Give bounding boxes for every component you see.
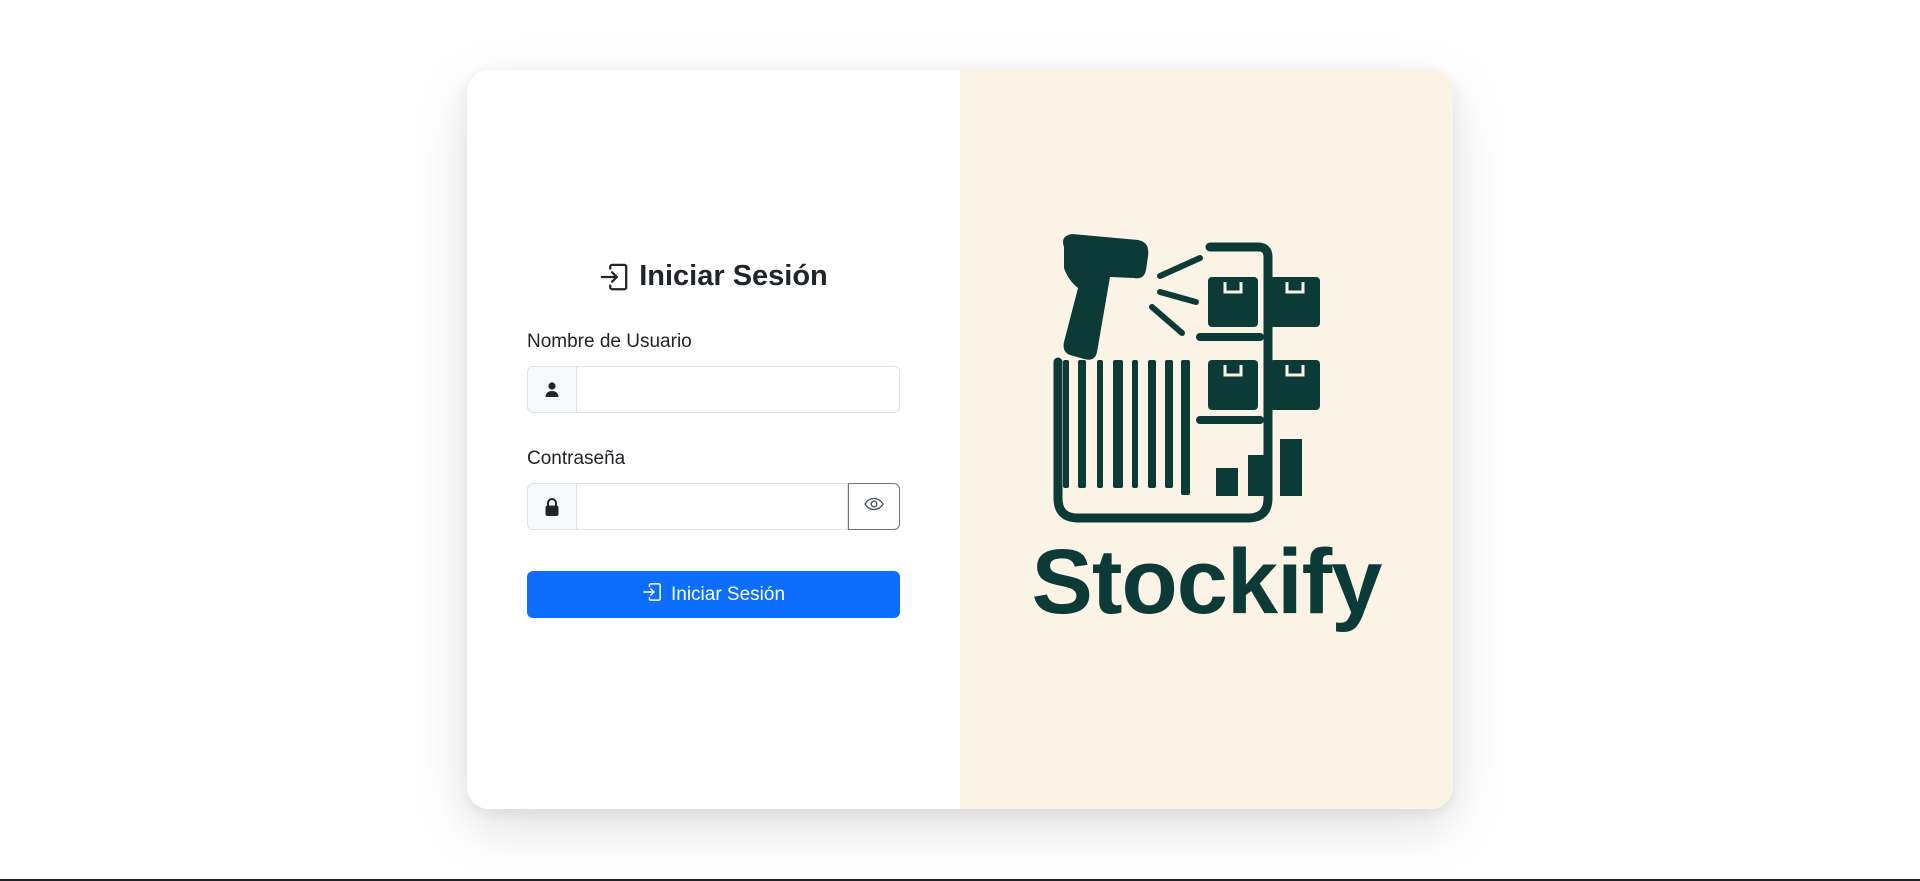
login-page: Iniciar Sesión Nombre de Usuario Contras… [0, 0, 1920, 881]
username-input-group [527, 366, 900, 413]
password-input-group [527, 483, 900, 530]
username-input[interactable] [576, 366, 900, 413]
toggle-password-visibility-button[interactable] [848, 483, 900, 530]
password-input[interactable] [576, 483, 848, 530]
eye-icon [864, 497, 884, 516]
brand-name: Stockify [1031, 531, 1383, 633]
form-title: Iniciar Sesión [467, 260, 960, 293]
login-submit-label: Iniciar Sesión [670, 583, 786, 605]
user-icon [527, 366, 576, 413]
brand-panel: Stockify [960, 70, 1453, 809]
barcode-scanner-shelves-icon [1053, 234, 1320, 523]
login-card: Iniciar Sesión Nombre de Usuario Contras… [467, 70, 1453, 809]
login-icon [599, 262, 629, 292]
login-icon [642, 582, 662, 608]
lock-icon [527, 483, 576, 530]
password-label: Contraseña [527, 448, 626, 469]
login-form-panel: Iniciar Sesión Nombre de Usuario Contras… [467, 70, 960, 809]
username-label: Nombre de Usuario [527, 331, 692, 352]
login-submit-button[interactable]: Iniciar Sesión [527, 571, 900, 618]
form-title-text: Iniciar Sesión [639, 260, 828, 292]
